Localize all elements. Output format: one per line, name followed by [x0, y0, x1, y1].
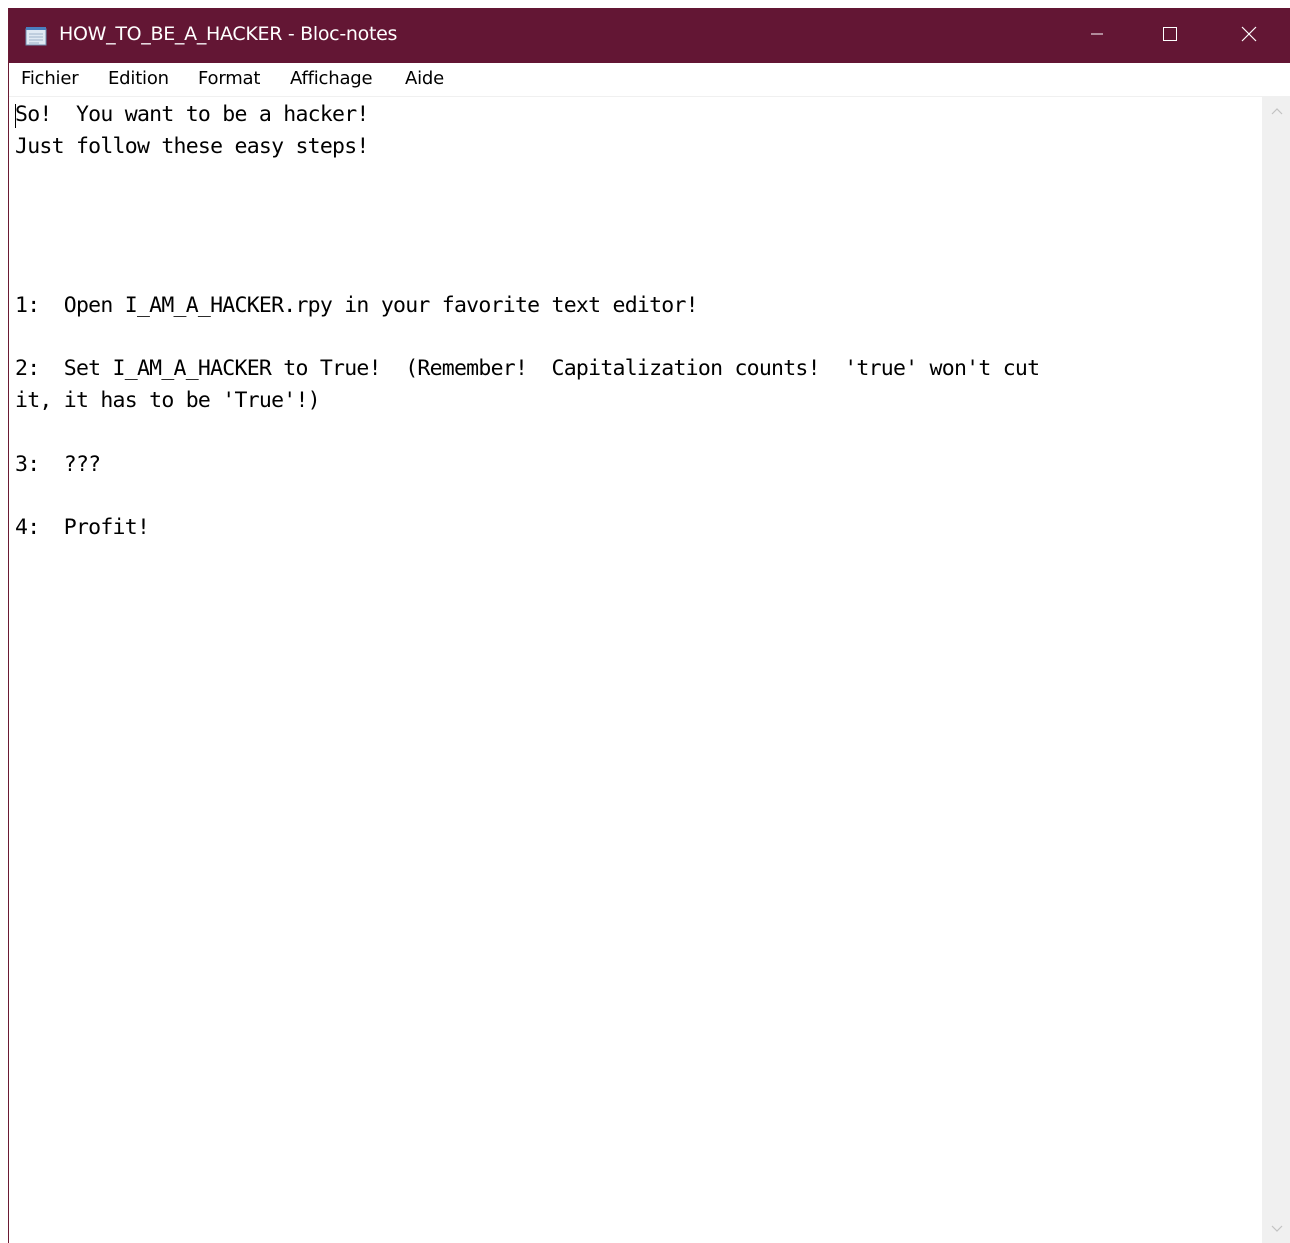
document-text[interactable]: So! You want to be a hacker! Just follow…	[15, 99, 1040, 544]
minimize-button[interactable]	[1062, 8, 1132, 63]
menu-edition[interactable]: Edition	[106, 68, 171, 89]
menu-affichage[interactable]: Affichage	[288, 68, 374, 89]
maximize-button[interactable]	[1135, 8, 1205, 63]
maximize-icon	[1162, 26, 1178, 46]
notepad-icon[interactable]	[25, 26, 47, 46]
notepad-window: HOW_TO_BE_A_HACKER - Bloc-notes Fichier …	[8, 8, 1290, 1243]
menu-aide[interactable]: Aide	[403, 68, 446, 89]
vertical-scrollbar[interactable]	[1262, 97, 1290, 1243]
menu-fichier[interactable]: Fichier	[19, 68, 80, 89]
scroll-track[interactable]	[1262, 125, 1290, 1215]
chevron-up-icon	[1271, 102, 1283, 120]
text-editor-area[interactable]: So! You want to be a hacker! Just follow…	[9, 97, 1262, 1243]
chevron-down-icon	[1271, 1220, 1283, 1238]
menu-format[interactable]: Format	[196, 68, 262, 89]
close-icon	[1241, 26, 1257, 46]
close-button[interactable]	[1214, 8, 1284, 63]
menu-bar: Fichier Edition Format Affichage Aide	[9, 63, 1290, 97]
title-bar[interactable]: HOW_TO_BE_A_HACKER - Bloc-notes	[9, 8, 1290, 63]
window-title: HOW_TO_BE_A_HACKER - Bloc-notes	[59, 23, 398, 45]
minimize-icon	[1090, 26, 1104, 45]
scroll-up-button[interactable]	[1262, 97, 1290, 125]
text-caret	[15, 104, 16, 128]
scroll-down-button[interactable]	[1262, 1215, 1290, 1243]
